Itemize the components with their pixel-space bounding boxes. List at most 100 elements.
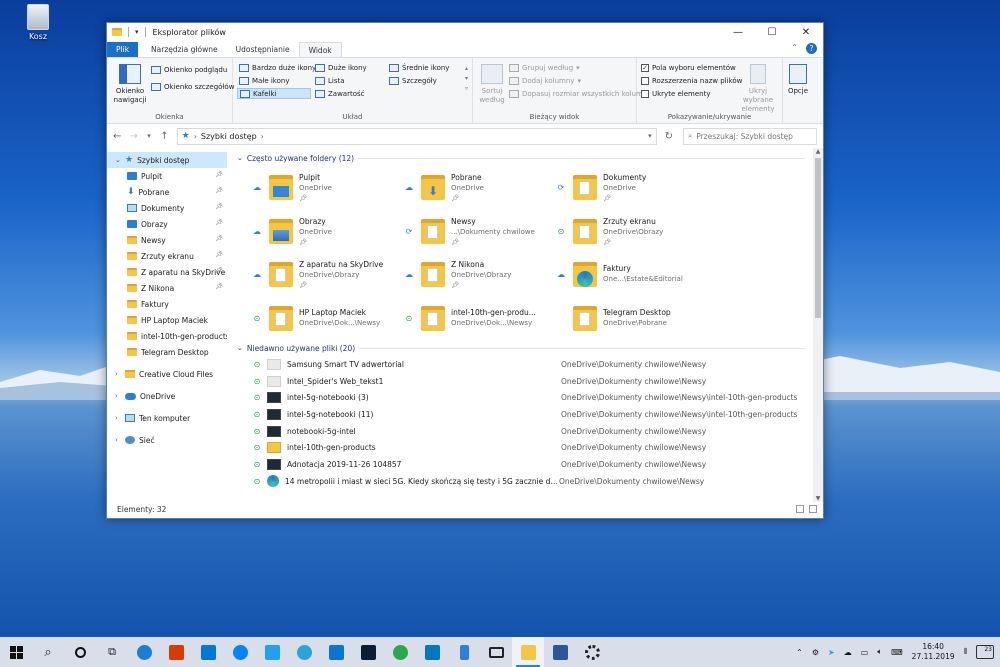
taskbar-app-button[interactable] [352,637,384,667]
file-row[interactable]: ⊙ notebooki-5g-intel OneDrive\Dokumenty ch… [251,423,823,440]
details-pane-button[interactable]: Okienko szczegółów [151,83,234,91]
minimize-button[interactable]: — [721,23,755,41]
cortana-button[interactable] [64,637,96,667]
tab-home[interactable]: Narzędzia główne [142,42,227,57]
navigation-pane-button[interactable]: Okienko nawigacji [113,64,147,105]
pin-icon[interactable]: 📌︎ [215,203,223,210]
taskbar-app-button[interactable] [416,637,448,667]
folder-tile[interactable]: ⊙ Zrzuty ekranu OneDrive\Obrazy 📌︎ [555,210,707,254]
back-arrow-icon[interactable]: ← [113,131,121,142]
chevron-down-icon[interactable]: ⌄ [115,156,125,164]
nav-item-pinned[interactable]: Pulpit 📌︎ [107,168,227,184]
search-button[interactable]: ⌕ [32,637,64,667]
file-row[interactable]: ⊙ intel-5g-notebooki (11) OneDrive\Dokumen… [251,406,823,423]
keyboard-icon[interactable]: ⌨ [891,648,903,657]
search-box[interactable]: ⌕ [683,127,817,145]
tab-file[interactable]: Plik [107,42,139,57]
nav-item-recent[interactable]: Faktury [107,296,227,312]
pin-icon[interactable]: 📌︎ [215,251,223,258]
layout-large-icons[interactable]: Duże ikony [313,62,385,73]
folder-tile[interactable]: ⟳ Newsy ...\Dokumenty chwilowe 📌︎ [403,210,555,254]
taskbar-app-button[interactable] [448,637,480,667]
nav-item-pinned[interactable]: Z Nikona 📌︎ [107,280,227,296]
layout-details[interactable]: Szczegóły [387,75,461,86]
folder-tile[interactable]: ☁ Faktury One...\Estate&Editorial [555,253,707,297]
maximize-button[interactable]: ☐ [755,23,789,41]
forward-arrow-icon[interactable]: → [129,131,137,142]
nav-item-recent[interactable]: Telegram Desktop [107,344,227,360]
taskbar-app-button[interactable] [512,637,544,667]
volume-icon[interactable]: 🔈︎ [877,647,882,657]
taskbar-app-button[interactable] [576,637,608,667]
start-button[interactable] [0,637,32,667]
nav-this-pc[interactable]: › Ten komputer [107,410,227,426]
folder-tile[interactable]: ⊙ HP Laptop Maciek OneDrive\Dok...\Newsy [251,297,403,341]
folder-tile[interactable]: ☁ Obrazy OneDrive 📌︎ [251,210,403,254]
tray-app-icon[interactable]: ⚙ [812,648,819,657]
chevron-right-icon[interactable]: › [115,414,125,422]
tab-share[interactable]: Udostępnianie [227,42,299,57]
large-icons-view-icon[interactable] [809,505,817,513]
file-extensions-toggle[interactable]: Rozszerzenia nazw plików [641,77,742,85]
nav-item-pinned[interactable]: Zrzuty ekranu 📌︎ [107,248,227,264]
nav-creative-cloud[interactable]: › Creative Cloud Files [107,366,227,382]
title-bar[interactable]: ▾ Eksplorator plików — ☐ ✕ [107,23,823,41]
show-hidden-icons-icon[interactable]: ⌃ [796,648,803,657]
recent-locations-icon[interactable]: ▾ [146,132,152,140]
file-row[interactable]: ⊙ intel-5g-notebooki (3) OneDrive\Dokument… [251,389,823,406]
chevron-right-icon[interactable]: › [115,370,125,378]
hidden-items-toggle[interactable]: Ukryte elementy [641,90,742,98]
pin-icon[interactable]: 📌︎ [215,171,223,178]
taskbar-app-button[interactable] [128,637,160,667]
pin-icon[interactable]: 📌︎ [215,187,223,194]
layout-content[interactable]: Zawartość [313,88,385,99]
telegram-tray-icon[interactable]: ➤ [828,648,835,657]
nav-item-pinned[interactable]: Z aparatu na SkyDrive 📌︎ [107,264,227,280]
options-button[interactable]: Opcje [783,58,813,123]
scroll-up-icon[interactable]: ▲ [813,148,823,155]
nav-network[interactable]: › Sieć [107,432,227,448]
chevron-right-icon[interactable]: › [115,392,125,400]
hide-selected-button[interactable]: Ukryj wybrane elementy [737,64,779,114]
file-row[interactable]: ⊙ 14 metropolii i miast w sieci 5G. Kiedy… [251,473,823,490]
taskbar-app-button[interactable] [192,637,224,667]
file-row[interactable]: ⊙ Adnotacja 2019-11-26 104857 OneDrive\Dok… [251,456,823,473]
details-view-icon[interactable] [796,505,804,513]
nav-quick-access[interactable]: ⌄ ★ Szybki dostęp [107,152,227,168]
taskbar-app-button[interactable] [320,637,352,667]
nav-item-pinned[interactable]: Dokumenty 📌︎ [107,200,227,216]
preview-pane-button[interactable]: Okienko podglądu [151,66,234,74]
file-row[interactable]: ⊙ Intel_Spider's Web_tekst1 OneDrive\Dokum… [251,373,823,390]
tray-monitor-icon[interactable]: ⫴ [964,647,967,657]
vertical-scrollbar[interactable]: ▲ ▼ [813,148,823,502]
tab-view[interactable]: Widok [298,42,342,57]
taskbar-app-button[interactable] [480,637,512,667]
folder-tile[interactable]: ☁ Z Nikona OneDrive\Obrazy 📌︎ [403,253,555,297]
nav-item-pinned[interactable]: Newsy 📌︎ [107,232,227,248]
breadcrumb-quick-access[interactable]: Szybki dostęp [201,132,257,141]
folder-tile[interactable]: ⊙ intel-10th-gen-produ... OneDrive\Dok...\… [403,297,555,341]
layout-gallery-scroll[interactable]: ▴ ▾ ▿ [465,64,468,94]
nav-onedrive[interactable]: › OneDrive [107,388,227,404]
file-row[interactable]: ⊙ intel-10th-gen-products OneDrive\Dokumen… [251,439,823,456]
add-columns-button[interactable]: Dodaj kolumny ▾ [509,77,647,85]
collapse-ribbon-icon[interactable]: ⌃ [791,43,798,54]
layout-tiles[interactable]: Kafelki [237,88,311,99]
chevron-right-icon[interactable]: › [115,436,125,444]
sort-by-button[interactable]: Sortuj według [477,64,507,105]
nav-item-pinned[interactable]: ⬇ Pobrane 📌︎ [107,184,227,200]
folder-tile[interactable]: ⟳ Dokumenty OneDrive 📌︎ [555,166,707,210]
clock[interactable]: 16:40 27.11.2019 [912,642,955,662]
nav-item-pinned[interactable]: Obrazy 📌︎ [107,216,227,232]
file-row[interactable]: ⊙ Samsung Smart TV adwertorial OneDrive\Do… [251,356,823,373]
network-tray-icon[interactable]: ▭ [861,648,869,657]
section-recent-files[interactable]: ⌄ Niedawno używane pliki (20) [237,340,823,356]
task-view-button[interactable]: ⧉ [96,637,128,667]
onedrive-tray-icon[interactable]: ☁ [844,648,852,657]
scroll-down-icon[interactable]: ▼ [813,495,823,502]
folder-tile[interactable]: ☁ Pulpit OneDrive 📌︎ [251,166,403,210]
folder-tile[interactable]: ☁ ⬇ Pobrane OneDrive 📌︎ [403,166,555,210]
taskbar-app-button[interactable] [544,637,576,667]
taskbar-app-button[interactable] [256,637,288,667]
refresh-icon[interactable]: ↻ [665,131,673,142]
